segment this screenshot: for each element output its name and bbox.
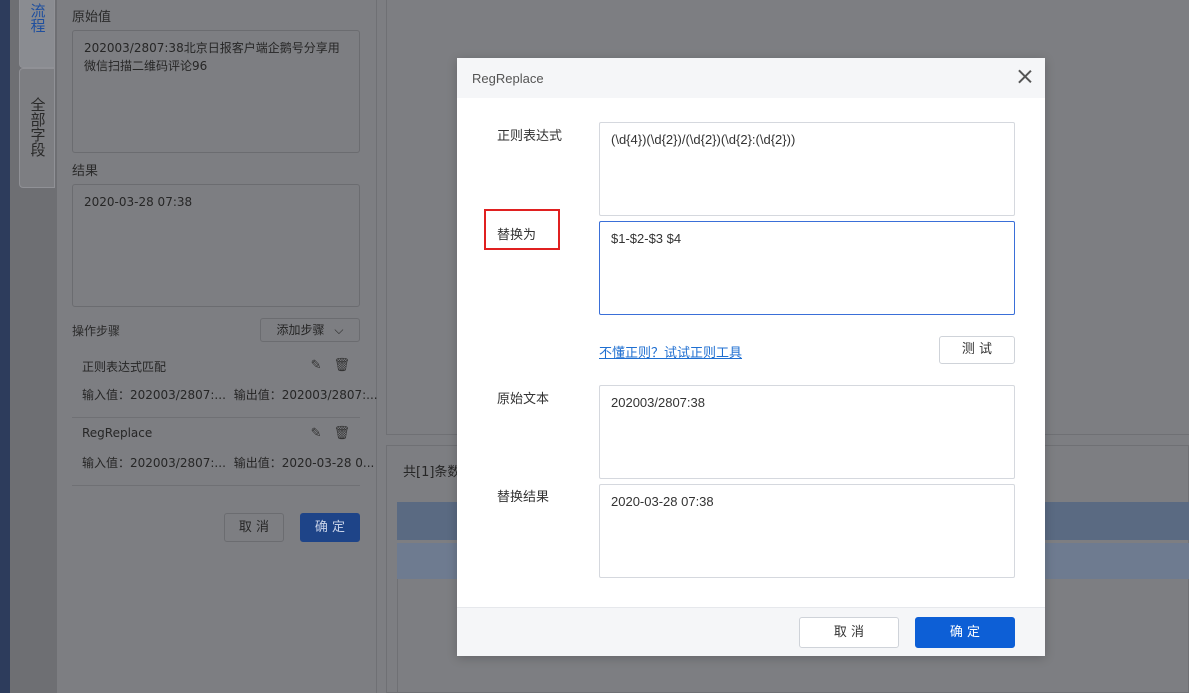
- step-output: 输出值：202003/2807:...: [233, 388, 378, 402]
- source-text-label: 原始文本: [497, 392, 550, 407]
- tab-flow[interactable]: 流程: [19, 0, 55, 68]
- source-text-input[interactable]: 202003/2807:38: [599, 385, 1015, 479]
- edit-icon[interactable]: ✎: [311, 358, 322, 373]
- dialog-title: RegReplace: [472, 71, 544, 86]
- replace-result-label: 替换结果: [497, 490, 550, 505]
- dialog-header: RegReplace: [457, 58, 1045, 98]
- replace-label: 替换为: [497, 228, 537, 243]
- regex-tool-link[interactable]: 不懂正则？试试正则工具: [599, 342, 742, 361]
- step-actions: ✎ 🗑: [299, 358, 350, 373]
- steps-label: 操作步骤: [72, 324, 121, 338]
- original-value-box[interactable]: 202003/2807:38北京日报客户端企鹅号分享用微信扫描二维码评论96: [72, 30, 360, 153]
- replace-result-box[interactable]: 2020-03-28 07:38: [599, 484, 1015, 578]
- dialog-footer: 取 消 确 定: [457, 607, 1045, 656]
- side-tabs: 流程 全部字段: [10, 0, 57, 693]
- left-panel: 原始值 202003/2807:38北京日报客户端企鹅号分享用微信扫描二维码评论…: [57, 0, 378, 693]
- regex-input[interactable]: (\d{4})(\d{2})/(\d{2})(\d{2}:(\d{2})): [599, 122, 1015, 216]
- test-button[interactable]: 测 试: [939, 336, 1015, 364]
- step-title: 正则表达式匹配: [82, 360, 167, 374]
- edit-icon[interactable]: ✎: [311, 426, 322, 441]
- step-title: RegReplace: [82, 426, 153, 440]
- step-input: 输入值：202003/2807:...: [82, 456, 226, 470]
- add-step-label: 添加步骤: [276, 323, 325, 337]
- original-value-label: 原始值: [72, 10, 112, 25]
- tab-all-fields-label: 全部字段: [28, 97, 47, 157]
- step-output: 输出值：2020-03-28 0...: [233, 456, 375, 470]
- result-label: 结果: [72, 164, 99, 179]
- step-io: 输入值：202003/2807:... 输出值：2020-03-28 0...: [82, 454, 374, 471]
- dialog-cancel-button[interactable]: 取 消: [799, 617, 899, 648]
- step-item[interactable]: RegReplace ✎ 🗑 输入值：202003/2807:... 输出值：20…: [72, 420, 374, 486]
- chevron-down-icon: ⌵: [334, 323, 344, 337]
- trash-icon[interactable]: 🗑: [333, 426, 350, 441]
- regreplace-dialog: RegReplace 正则表达式 (\d{4})(\d{2})/(\d{2})(…: [457, 58, 1045, 656]
- replace-input[interactable]: $1-$2-$3 $4: [599, 221, 1015, 315]
- tab-all-fields[interactable]: 全部字段: [19, 68, 55, 188]
- regex-label: 正则表达式: [497, 129, 563, 144]
- total-count: 共[1]条数: [403, 465, 461, 480]
- app-edge-strip: [0, 0, 10, 693]
- close-icon[interactable]: [1017, 68, 1033, 84]
- dialog-ok-button[interactable]: 确 定: [915, 617, 1015, 648]
- step-input: 输入值：202003/2807:...: [82, 388, 226, 402]
- trash-icon[interactable]: 🗑: [333, 358, 350, 373]
- step-actions: ✎ 🗑: [299, 426, 350, 441]
- step-item[interactable]: 正则表达式匹配 ✎ 🗑 输入值：202003/2807:... 输出值：20200…: [72, 352, 378, 418]
- left-cancel-button[interactable]: 取 消: [224, 513, 284, 542]
- add-step-button[interactable]: 添加步骤 ⌵: [260, 318, 360, 342]
- tab-flow-label: 流程: [28, 3, 47, 33]
- step-io: 输入值：202003/2807:... 输出值：202003/2807:...: [82, 386, 378, 403]
- left-ok-button[interactable]: 确 定: [300, 513, 360, 542]
- result-box[interactable]: 2020-03-28 07:38: [72, 184, 360, 307]
